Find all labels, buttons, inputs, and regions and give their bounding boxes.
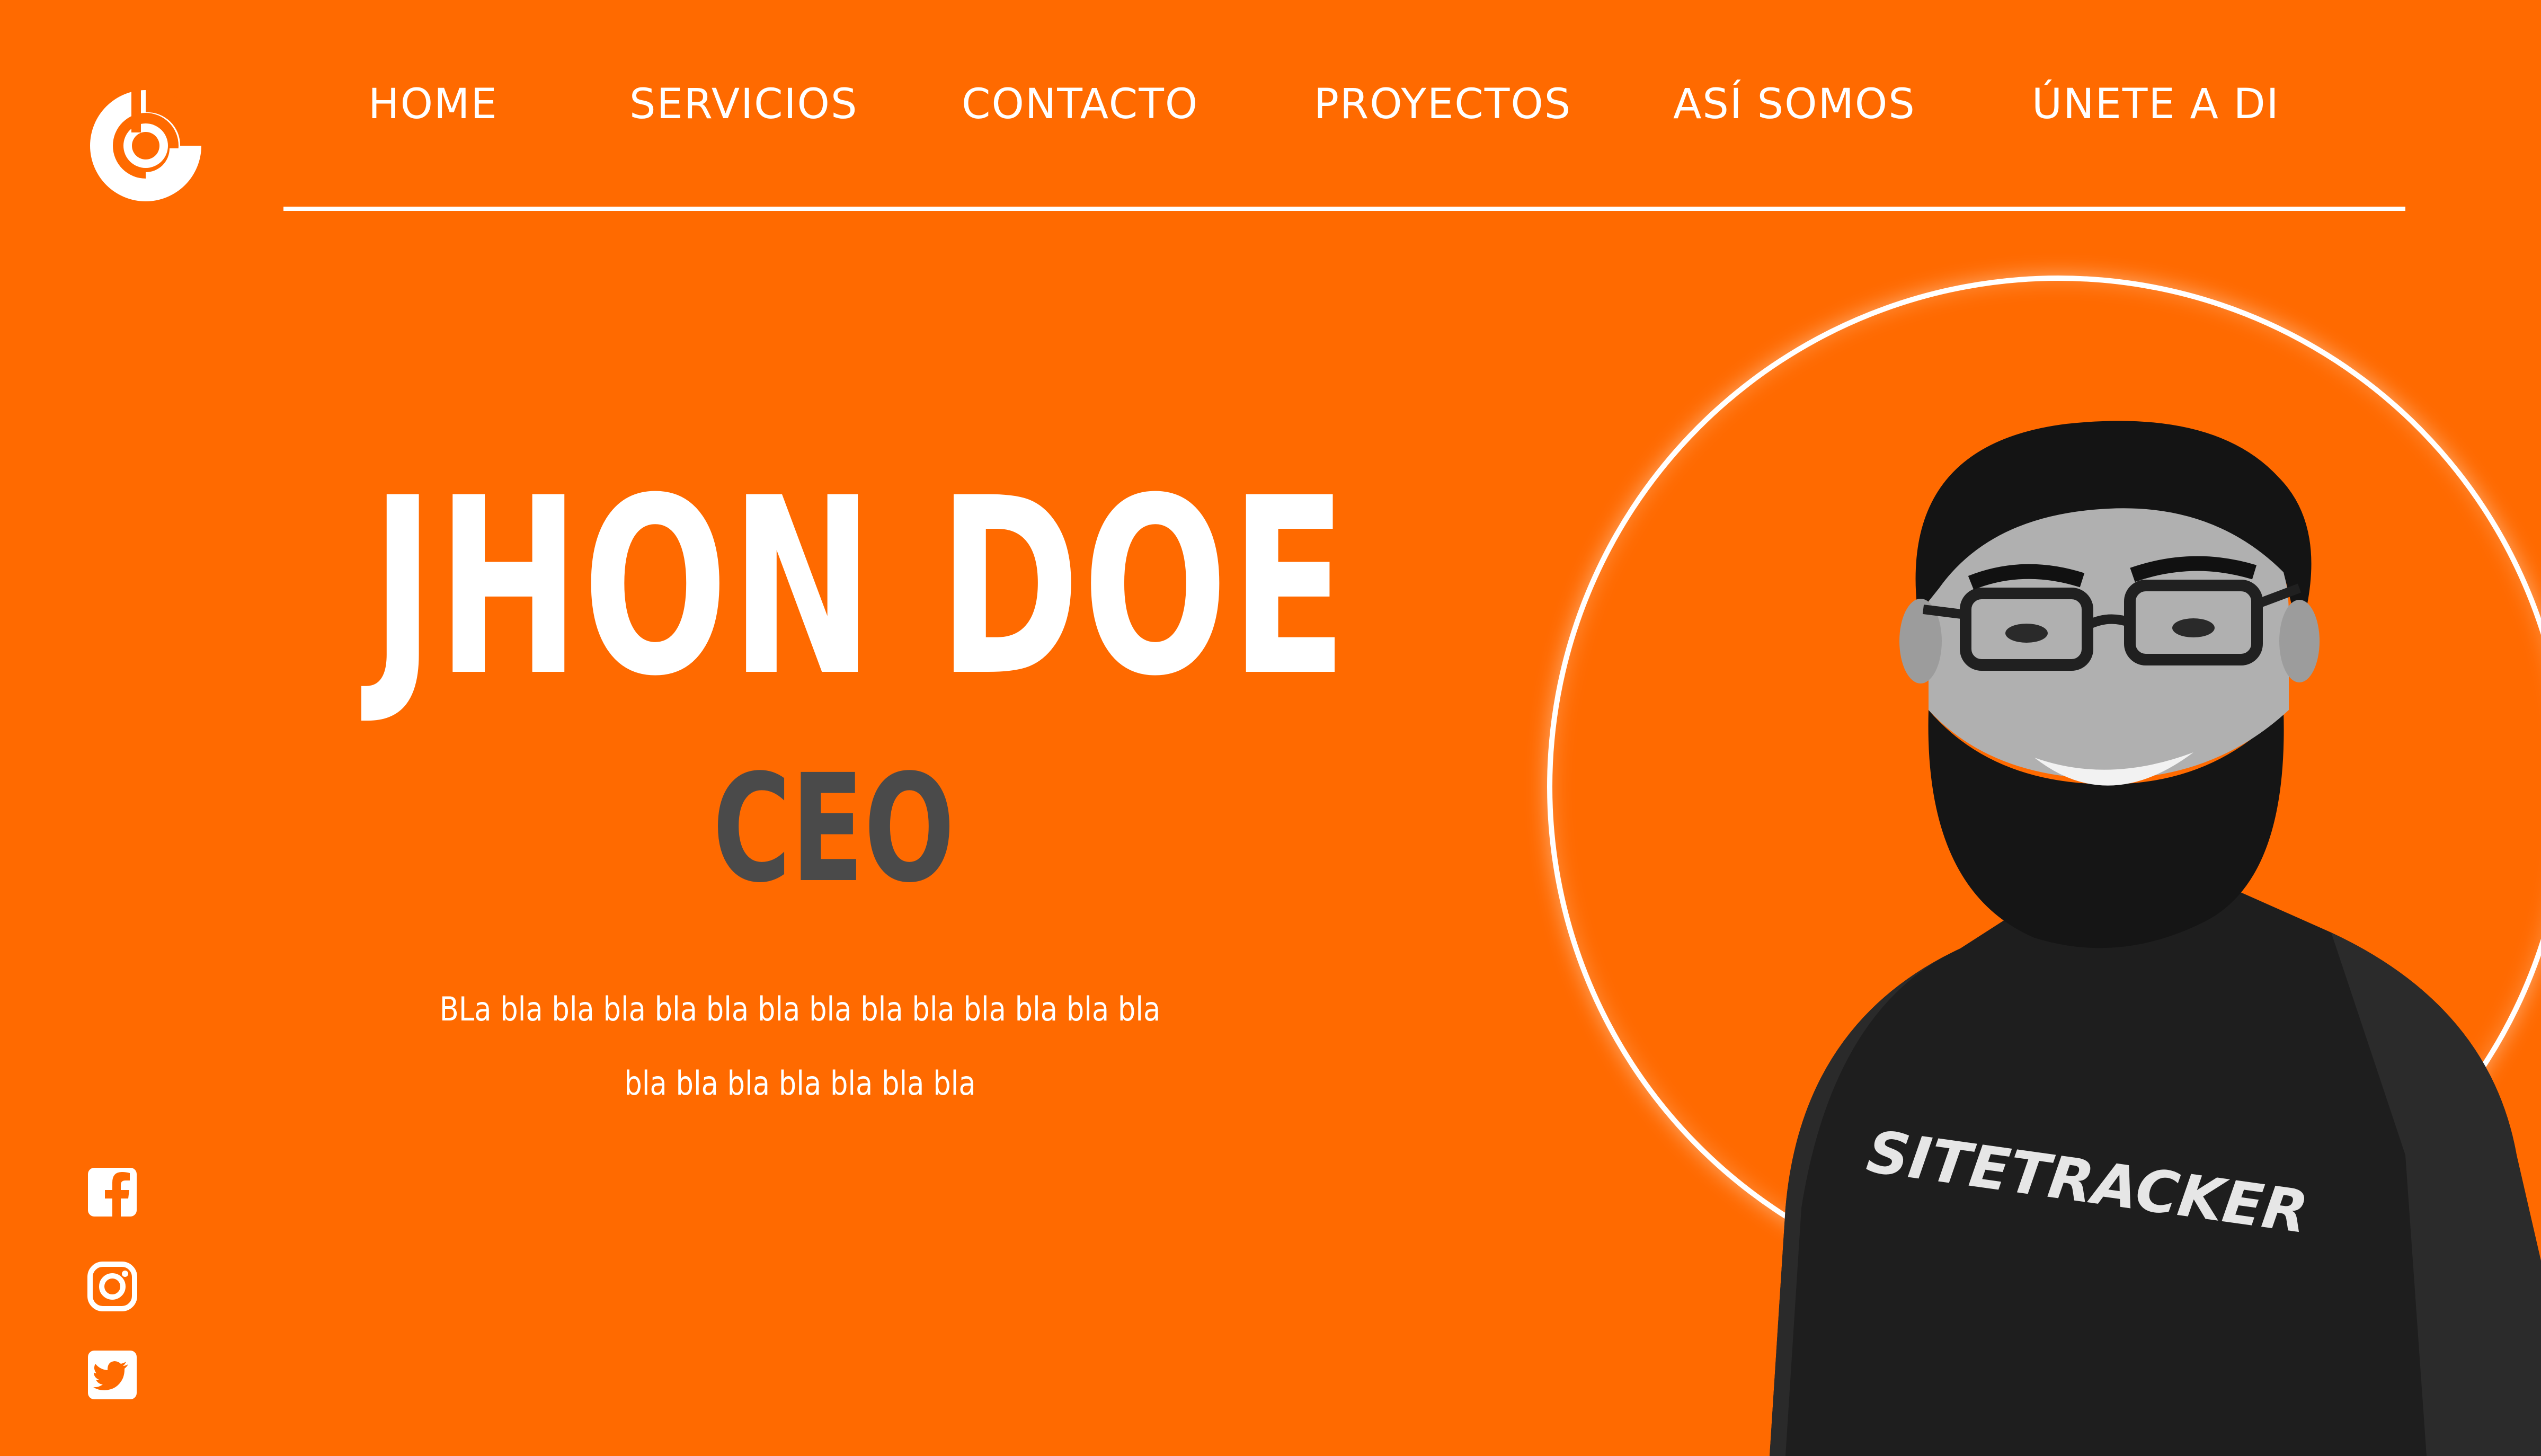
instagram-icon[interactable] [86, 1260, 139, 1313]
profile-description: BLa bla bla bla bla bla bla bla bla bla … [371, 972, 1229, 1121]
description-line-2: bla bla bla bla bla bla bla [624, 1064, 976, 1103]
nav-item-asi-somos[interactable]: ASÍ SOMOS [1673, 84, 1916, 125]
nav-item-home[interactable]: HOME [368, 84, 498, 125]
description-line-1: BLa bla bla bla bla bla bla bla bla bla … [439, 990, 1161, 1028]
circular-swirl-logo-icon[interactable] [85, 79, 212, 207]
profile-name: JHON DOE [371, 446, 1350, 730]
nav-item-proyectos[interactable]: PROYECTOS [1314, 84, 1571, 125]
twitter-icon[interactable] [86, 1348, 139, 1401]
profile-portrait: SITETRACKER [1770, 421, 2541, 1456]
nav-item-servicios[interactable]: SERVICIOS [629, 84, 858, 125]
main-navigation: HOME SERVICIOS CONTACTO PROYECTOS ASÍ SO… [283, 74, 2405, 143]
profile-page: HOME SERVICIOS CONTACTO PROYECTOS ASÍ SO… [0, 0, 2541, 1456]
nav-item-unete[interactable]: ÚNETE A DI [2032, 84, 2280, 125]
nav-divider [283, 207, 2405, 211]
nav-item-contacto[interactable]: CONTACTO [962, 84, 1198, 125]
profile-role: CEO [713, 743, 955, 916]
facebook-icon[interactable] [86, 1166, 139, 1219]
